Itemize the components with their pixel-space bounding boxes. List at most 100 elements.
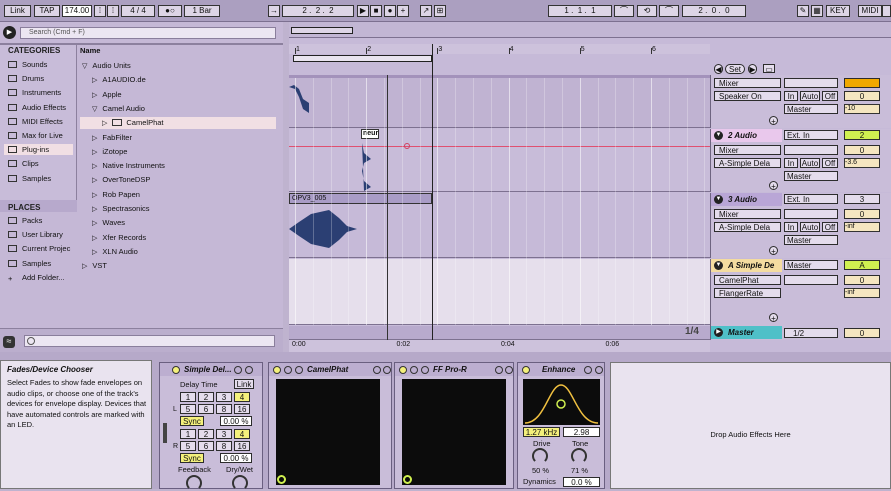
return-a-add-lane-icon[interactable]: + xyxy=(769,313,778,322)
collapsed-arrow-icon[interactable]: ▷ xyxy=(92,135,97,142)
track-1-send[interactable]: -10 xyxy=(844,104,880,114)
simple-delay-menu-icon[interactable] xyxy=(245,366,253,374)
loop-length[interactable]: 2 . 0 . 0 xyxy=(682,5,746,17)
return-a-device-select[interactable]: CamelPhat xyxy=(714,275,781,285)
browser-toggle-icon[interactable]: ▶ xyxy=(3,26,16,39)
expanded-arrow-icon[interactable]: ▽ xyxy=(82,63,87,70)
collapsed-arrow-icon[interactable]: ▷ xyxy=(92,163,97,170)
category-instruments[interactable]: Instruments xyxy=(4,87,73,98)
song-position-bar[interactable]: 2 xyxy=(302,6,306,15)
track-2-send[interactable]: -3.6 xyxy=(844,158,880,168)
track-1-add-lane-icon[interactable]: + xyxy=(769,116,778,125)
stop-icon[interactable]: ■ xyxy=(370,5,382,17)
track-3-output-select[interactable]: Master xyxy=(784,235,838,245)
camelphat-xy-handle[interactable] xyxy=(277,475,286,484)
ff-pro-r-expand-icon[interactable] xyxy=(421,366,429,374)
ff-pro-r-hotswap-icon[interactable] xyxy=(495,366,503,374)
tree-item[interactable]: ▽ Audio Units xyxy=(80,60,276,72)
tree-item[interactable]: ▷ Apple xyxy=(80,89,276,101)
simple-delay-power-icon[interactable] xyxy=(172,366,180,374)
track-2-add-lane-icon[interactable]: + xyxy=(769,181,778,190)
track-3-auto-button[interactable]: Auto xyxy=(800,222,820,232)
track-2-input-select[interactable]: Ext. In xyxy=(784,130,838,140)
track-1-off-button[interactable]: Off xyxy=(822,91,838,101)
category-audio-effects[interactable]: Audio Effects xyxy=(4,102,73,113)
automation-arm-icon[interactable]: ↗ xyxy=(420,5,432,17)
punch-icon[interactable]: ⊞ xyxy=(434,5,446,17)
tone-knob[interactable] xyxy=(571,448,587,464)
ff-pro-r-xy-handle[interactable] xyxy=(403,475,412,484)
return-a-param-select[interactable]: FlangerRate xyxy=(714,288,781,298)
time-signature-field[interactable]: 4 / 4 xyxy=(121,5,155,17)
loop-start-beat[interactable]: 1 xyxy=(578,6,582,15)
tree-item[interactable]: ▷ Rob Papen xyxy=(80,189,276,201)
place-packs[interactable]: Packs xyxy=(8,216,42,225)
tap-button[interactable]: TAP xyxy=(34,5,60,17)
track-3-lane[interactable]: OPV3_005 xyxy=(289,193,710,258)
track-2-volume[interactable]: 0 xyxy=(844,145,880,155)
delay-division-button[interactable]: 3 xyxy=(216,429,232,439)
camelphat-wrench-icon[interactable] xyxy=(284,366,292,374)
waveform-icon[interactable]: ≈ xyxy=(3,336,15,348)
collapsed-arrow-icon[interactable]: ▷ xyxy=(92,235,97,242)
add-icon[interactable]: + xyxy=(397,5,409,17)
loop-length-bar[interactable]: 2 xyxy=(698,6,702,15)
record-icon[interactable]: ● xyxy=(384,5,396,17)
loop-start-bar[interactable]: 1 xyxy=(564,6,568,15)
track-2-mixer-select[interactable]: Mixer xyxy=(714,145,781,155)
category-plugins[interactable]: Plug-ins xyxy=(4,144,73,156)
camelphat-expand-icon[interactable] xyxy=(295,366,303,374)
tree-item[interactable]: ▷ OverToneDSP xyxy=(80,174,276,186)
delay-division-button[interactable]: 3 xyxy=(216,392,232,402)
time-ruler[interactable] xyxy=(289,339,710,352)
right-offset-field[interactable]: 0.00 % xyxy=(220,453,252,463)
return-a-fold-icon[interactable]: ▼ xyxy=(714,261,723,270)
collapsed-arrow-icon[interactable]: ▷ xyxy=(92,192,97,199)
delay-division-button[interactable]: 16 xyxy=(234,441,250,451)
delay-division-button[interactable]: 1 xyxy=(180,429,196,439)
track-2-lane[interactable]: neur xyxy=(289,129,710,192)
camelphat-menu-icon[interactable] xyxy=(383,366,391,374)
search-input[interactable]: Search (Cmd + F) xyxy=(20,27,276,39)
track-2-number[interactable]: 2 xyxy=(844,130,880,140)
tempo-field[interactable]: 174.00 xyxy=(62,5,92,17)
tree-item[interactable]: ▷ A1AUDIO.de xyxy=(80,74,276,86)
ff-pro-r-power-icon[interactable] xyxy=(399,366,407,374)
delay-division-button[interactable]: 8 xyxy=(216,441,232,451)
play-icon[interactable]: ▶ xyxy=(357,5,369,17)
tree-item[interactable]: ▷ Xfer Records xyxy=(80,232,276,244)
preview-bar[interactable] xyxy=(24,335,275,347)
metronome-dots-icon[interactable]: ⁞ xyxy=(94,5,106,17)
delay-division-button[interactable]: 2 xyxy=(198,429,214,439)
left-offset-field[interactable]: 0.00 % xyxy=(220,416,252,426)
enhance-hotswap-icon[interactable] xyxy=(584,366,592,374)
track-3-fold-icon[interactable]: ▼ xyxy=(714,195,723,204)
link-toggle[interactable]: Link xyxy=(234,379,254,389)
set-locator-button[interactable]: Set xyxy=(725,64,745,74)
automation-point[interactable] xyxy=(404,143,410,149)
track-3-input-select[interactable]: Ext. In xyxy=(784,194,838,204)
punch-out-icon[interactable]: ⌒ xyxy=(659,5,679,17)
loop-brace[interactable] xyxy=(293,55,432,62)
track-1-input-select[interactable] xyxy=(784,78,838,88)
track-1-mixer-select[interactable]: Mixer xyxy=(714,78,781,88)
place-current-project[interactable]: Current Projec xyxy=(8,244,70,253)
return-a-lane[interactable] xyxy=(289,259,710,325)
enhance-power-icon[interactable] xyxy=(522,366,530,374)
delay-division-button[interactable]: 5 xyxy=(180,404,196,414)
collapsed-arrow-icon[interactable]: ▷ xyxy=(82,263,87,270)
tree-item[interactable]: ▷ Native Instruments xyxy=(80,160,276,172)
device-drop-area[interactable]: Drop Audio Effects Here xyxy=(610,362,891,489)
tree-item[interactable]: ▷ Spectrasonics xyxy=(80,203,276,215)
loop-start-sixteenth[interactable]: 1 xyxy=(591,6,595,15)
return-a-output-select[interactable]: Master xyxy=(784,260,838,270)
place-user-library[interactable]: User Library xyxy=(8,230,63,239)
follow-arrow-icon[interactable]: → xyxy=(268,5,280,17)
track-3-input-channel[interactable] xyxy=(784,209,838,219)
enhance-q-field[interactable]: 2.98 xyxy=(563,427,600,437)
clip-neur[interactable]: neur xyxy=(361,129,379,139)
draw-mode-icon[interactable]: ✎ xyxy=(797,5,809,17)
collapsed-arrow-icon[interactable]: ▷ xyxy=(92,220,97,227)
master-output-select[interactable]: 1/2 xyxy=(784,328,838,338)
master-fold-icon[interactable]: ▶ xyxy=(714,328,723,337)
